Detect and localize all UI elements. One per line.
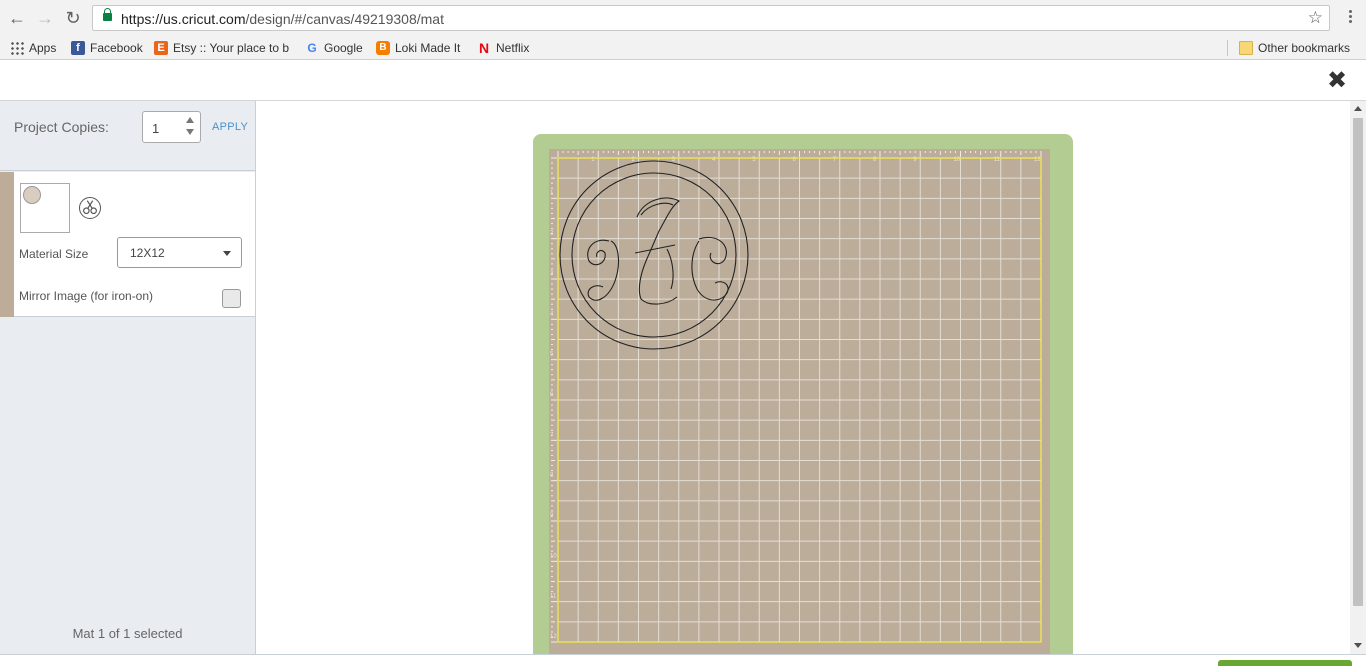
mirror-image-checkbox[interactable] <box>222 289 241 308</box>
material-size-label: Material Size <box>19 247 89 261</box>
reload-icon[interactable]: ↻ <box>63 8 83 28</box>
facebook-icon: f <box>71 41 85 55</box>
stepper-down-icon[interactable] <box>186 129 194 135</box>
mat-grid: 112233445566778899101011111212 <box>549 149 1050 654</box>
lock-icon <box>103 8 112 21</box>
netflix-icon: N <box>478 40 490 56</box>
footer-bar <box>0 654 1366 666</box>
continue-button[interactable] <box>1218 660 1352 666</box>
scroll-down-arrow-icon[interactable] <box>1354 643 1362 648</box>
scrollbar-thumb[interactable] <box>1353 118 1363 606</box>
bookmark-netflix[interactable]: N Netflix <box>477 39 529 57</box>
google-icon: G <box>307 41 317 55</box>
ruler-number: 11 <box>550 594 557 600</box>
etsy-icon: E <box>154 41 168 55</box>
close-icon[interactable]: ✖ <box>1325 69 1349 93</box>
canvas-scrollbar[interactable] <box>1350 101 1366 654</box>
blogger-icon: B <box>376 41 390 55</box>
bookmark-google[interactable]: G Google <box>305 39 362 57</box>
mat-color-strip <box>0 172 14 317</box>
bookmark-facebook[interactable]: f Facebook <box>71 39 143 57</box>
bookmark-other-bookmarks[interactable]: Other bookmarks <box>1239 39 1350 57</box>
mirror-image-label: Mirror Image (for iron-on) <box>19 289 154 303</box>
bookmarks-separator <box>1227 40 1228 56</box>
material-size-select[interactable]: 12X12 <box>117 237 242 268</box>
scroll-up-arrow-icon[interactable] <box>1354 106 1362 111</box>
material-size-value: 12X12 <box>130 246 165 260</box>
browser-menu-icon[interactable] <box>1344 8 1356 28</box>
folder-icon <box>1239 41 1253 55</box>
scissors-icon <box>79 197 101 219</box>
address-bar[interactable]: https://us.cricut.com/design/#/canvas/49… <box>92 5 1330 31</box>
ruler-number: 10 <box>550 553 557 559</box>
project-copies-panel: Project Copies: 1 APPLY <box>0 101 255 171</box>
apply-button[interactable]: APPLY <box>212 121 248 133</box>
project-copies-label: Project Copies: <box>14 119 109 135</box>
apps-grid-icon <box>10 41 24 55</box>
url-text: https://us.cricut.com/design/#/canvas/49… <box>121 11 444 27</box>
mat-canvas[interactable]: 1 1 2 2 3 3 4 4 5 5 6 6 7 7 8 8 9 9 10 10 11 11 12 12 <box>256 101 1350 654</box>
ruler-number: 12 <box>550 634 557 640</box>
bookmark-etsy[interactable]: E Etsy :: Your place to b <box>154 39 290 57</box>
project-copies-stepper[interactable]: 1 <box>142 111 201 143</box>
app-header: ✖ <box>0 61 1366 101</box>
back-arrow-icon[interactable]: ← <box>7 8 27 28</box>
chevron-down-icon <box>223 251 231 256</box>
bookmarks-bar: Apps f Facebook E Etsy :: Your place to … <box>0 36 1366 60</box>
bookmark-apps[interactable]: Apps <box>10 39 56 57</box>
mat-thumbnail[interactable] <box>20 183 70 233</box>
bookmark-star-icon[interactable]: ☆ <box>1308 8 1323 28</box>
project-copies-value[interactable]: 1 <box>152 121 159 136</box>
monogram-thumbnail-icon <box>23 186 41 204</box>
mat-sidebar: Project Copies: 1 APPLY Material Size 12… <box>0 101 256 654</box>
stepper-arrows[interactable] <box>181 114 199 140</box>
stepper-up-icon[interactable] <box>186 117 194 123</box>
browser-toolbar: ← → ↻ https://us.cricut.com/design/#/can… <box>0 0 1366 36</box>
mat-card[interactable]: Material Size 12X12 Mirror Image (for ir… <box>0 172 255 317</box>
forward-arrow-icon[interactable]: → <box>35 8 55 28</box>
mat-selection-status: Mat 1 of 1 selected <box>72 626 183 641</box>
bookmark-loki-made-it[interactable]: B Loki Made It <box>376 39 460 57</box>
